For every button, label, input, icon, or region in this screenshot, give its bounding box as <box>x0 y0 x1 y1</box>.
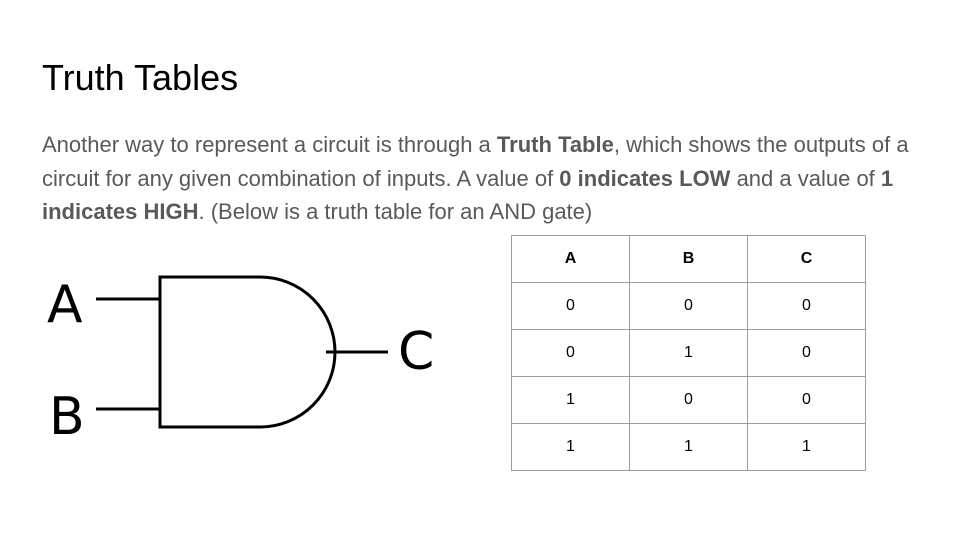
table-row: 1 1 1 <box>511 423 866 471</box>
body-text-segment: Another way to represent a circuit is th… <box>42 132 497 157</box>
truth-table-header-row: A B C <box>511 235 866 283</box>
table-cell: 0 <box>747 329 866 377</box>
table-cell: 0 <box>511 329 630 377</box>
table-cell: 1 <box>629 423 748 471</box>
body-bold-truth-table: Truth Table <box>496 132 614 157</box>
table-row: 0 0 0 <box>511 282 866 330</box>
slide-title: Truth Tables <box>42 57 239 98</box>
table-cell: 0 <box>511 282 630 330</box>
table-cell: 1 <box>747 423 866 471</box>
table-cell: 0 <box>747 376 866 424</box>
header-c: C <box>747 235 866 283</box>
slide-body-text: Another way to represent a circuit is th… <box>42 128 922 229</box>
table-cell: 1 <box>511 423 630 471</box>
truth-table: A B C 0 0 0 0 1 0 1 0 0 1 1 1 <box>511 235 866 471</box>
input-a-label: A <box>47 275 83 335</box>
and-gate-body <box>158 275 337 429</box>
body-bold-zero-low: 0 indicates LOW <box>559 165 731 191</box>
table-row: 0 1 0 <box>511 329 866 377</box>
header-b: B <box>629 235 748 283</box>
header-a: A <box>511 235 630 283</box>
output-c-label: C <box>398 322 434 382</box>
table-cell: 0 <box>629 282 748 330</box>
table-row: 1 0 0 <box>511 376 866 424</box>
table-cell: 0 <box>629 376 748 424</box>
body-text-segment: . (Below is a truth table for an AND gat… <box>198 199 593 224</box>
table-cell: 0 <box>747 282 866 330</box>
table-cell: 1 <box>511 376 630 424</box>
input-b-label: B <box>49 387 85 442</box>
and-gate-diagram: A B C <box>47 275 434 442</box>
table-cell: 1 <box>629 329 748 377</box>
body-text-segment: and a value of <box>730 165 881 191</box>
